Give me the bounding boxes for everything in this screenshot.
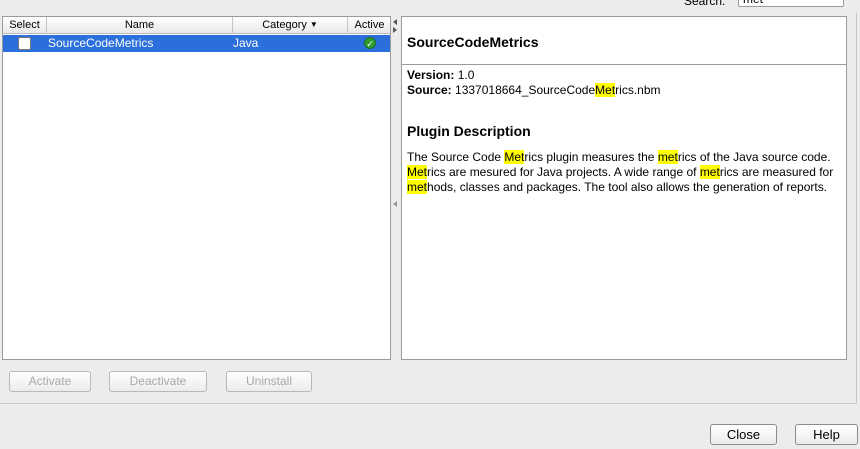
sort-descending-icon: ▼ xyxy=(309,20,318,29)
description-fragment: rics are measured for xyxy=(719,165,834,179)
description-text: The Source Code Metrics plugin measures … xyxy=(407,150,837,195)
search-input[interactable]: met xyxy=(738,0,844,7)
search-match-highlight: met xyxy=(699,165,720,179)
select-cell xyxy=(3,35,47,52)
source-prefix: 1337018664_SourceCode xyxy=(455,83,596,97)
column-header-name[interactable]: Name xyxy=(47,17,233,34)
description-fragment: rics are mesured for Java projects. A wi… xyxy=(427,165,700,179)
description-fragment: hods, classes and packages. The tool als… xyxy=(427,180,828,194)
plugin-name-cell: SourceCodeMetrics xyxy=(48,36,154,50)
search-match-highlight: met xyxy=(407,180,428,194)
description-heading: Plugin Description xyxy=(407,123,531,139)
version-value: 1.0 xyxy=(457,68,475,82)
split-pane-divider[interactable] xyxy=(392,17,400,360)
active-cell: ✓ xyxy=(348,35,391,52)
plugin-title: SourceCodeMetrics xyxy=(407,34,539,50)
divider xyxy=(402,64,846,65)
activate-button[interactable]: Activate xyxy=(9,371,91,392)
plugins-table: Select Name Category ▼ Active SourceCodeM… xyxy=(2,16,391,360)
description-fragment: rics of the Java source code. xyxy=(677,150,831,164)
version-label: Version: xyxy=(407,68,455,82)
uninstall-button[interactable]: Uninstall xyxy=(226,371,312,392)
plugins-panel: Select Name Category ▼ Active SourceCodeM… xyxy=(0,13,857,404)
select-checkbox[interactable] xyxy=(18,37,31,50)
plugin-category-cell: Java xyxy=(233,36,259,50)
search-match-highlight: Met xyxy=(407,165,428,179)
source-label: Source: xyxy=(407,83,452,97)
divider-grip-icon xyxy=(393,201,397,207)
column-header-select[interactable]: Select xyxy=(3,17,47,34)
column-header-category[interactable]: Category ▼ xyxy=(233,17,348,34)
description-fragment: The Source Code xyxy=(407,150,505,164)
search-label: Search: xyxy=(684,0,726,8)
search-match-highlight: Met xyxy=(504,150,525,164)
search-match-highlight: Met xyxy=(595,83,616,97)
collapse-right-icon[interactable] xyxy=(393,27,397,33)
source-value: 1337018664_SourceCodeMetrics.nbm xyxy=(455,83,661,97)
column-header-active[interactable]: Active xyxy=(348,17,391,34)
close-button[interactable]: Close xyxy=(710,424,777,445)
description-fragment: rics plugin measures the xyxy=(524,150,658,164)
column-header-category-label: Category xyxy=(262,19,307,31)
deactivate-button[interactable]: Deactivate xyxy=(109,371,207,392)
version-line: Version: 1.0 xyxy=(407,68,474,82)
help-button[interactable]: Help xyxy=(795,424,858,445)
table-row[interactable]: SourceCodeMetrics Java ✓ xyxy=(3,35,390,52)
source-line: Source: 1337018664_SourceCodeMetrics.nbm xyxy=(407,83,661,97)
plugin-detail-panel: SourceCodeMetrics Version: 1.0 Source: 1… xyxy=(401,16,847,360)
table-header: Select Name Category ▼ Active xyxy=(3,17,390,34)
search-match-highlight: met xyxy=(657,150,678,164)
collapse-left-icon[interactable] xyxy=(393,19,397,25)
checkmark-circle-icon: ✓ xyxy=(364,37,376,49)
source-suffix: rics.nbm xyxy=(615,83,661,97)
